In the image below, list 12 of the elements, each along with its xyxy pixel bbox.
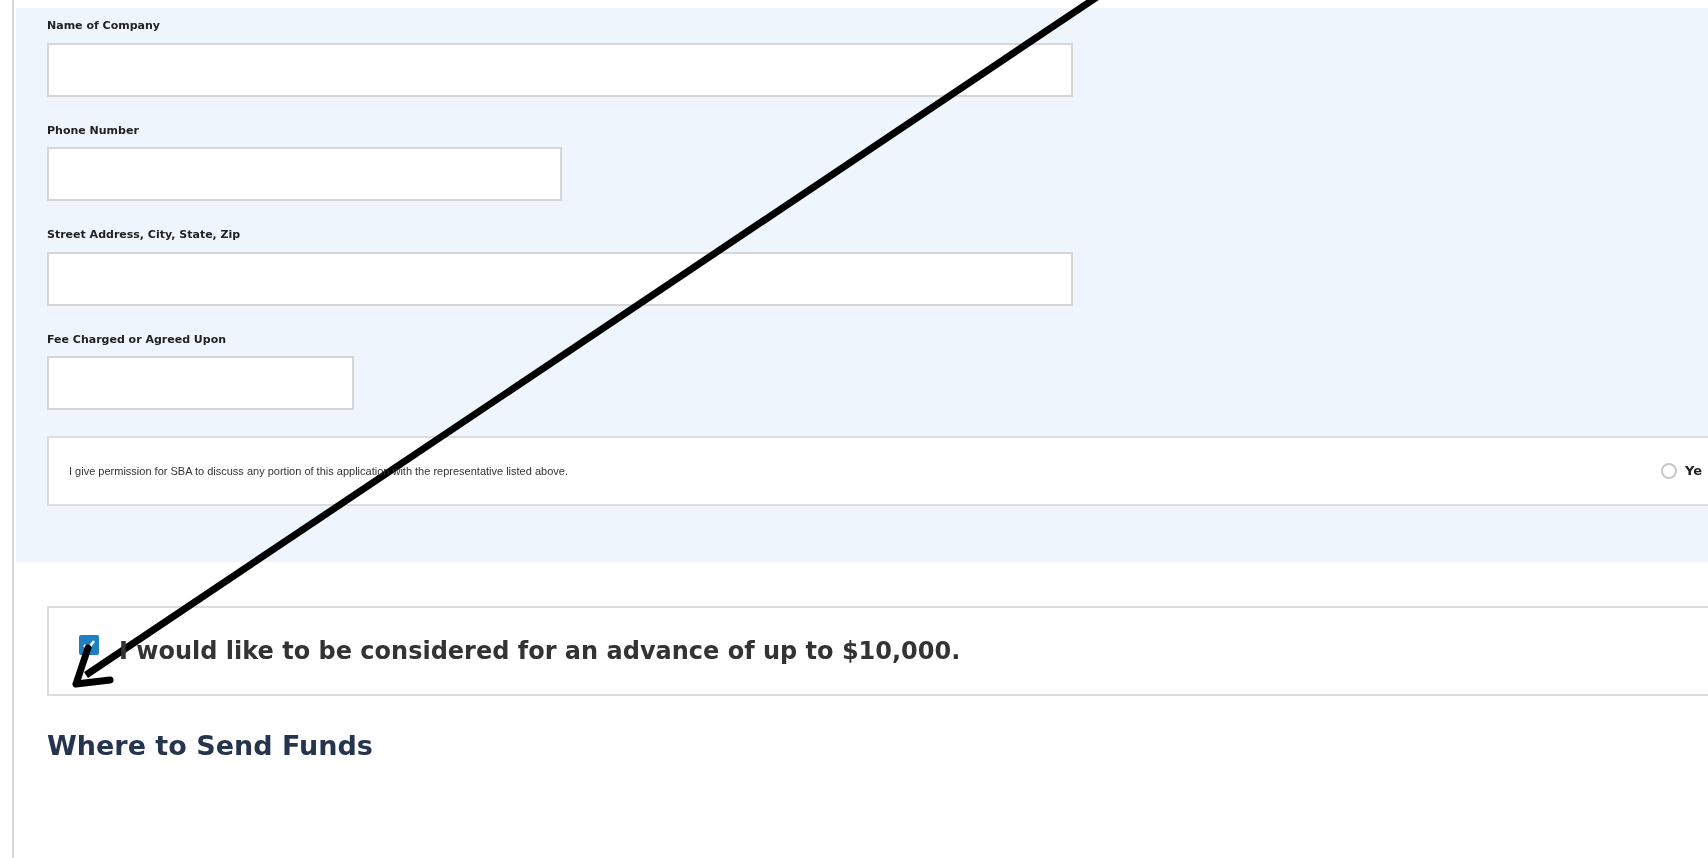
text-field[interactable] (47, 356, 354, 410)
advance-text: I would like to be considered for an advance of up to $10,000. (119, 636, 961, 667)
text-field[interactable] (47, 147, 562, 201)
field-label: Phone Number (47, 122, 140, 139)
field-label: Fee Charged or Agreed Upon (47, 331, 228, 348)
text-field[interactable] (47, 251, 1073, 306)
text-field[interactable] (47, 42, 1073, 97)
field-label: Name of Company (47, 18, 161, 34)
radio-label: Ye (1684, 462, 1702, 481)
field-label: Street Address, City, State, Zip (47, 227, 242, 243)
section-heading: Where to Send Funds (47, 729, 374, 763)
radio-button[interactable] (1660, 463, 1677, 479)
